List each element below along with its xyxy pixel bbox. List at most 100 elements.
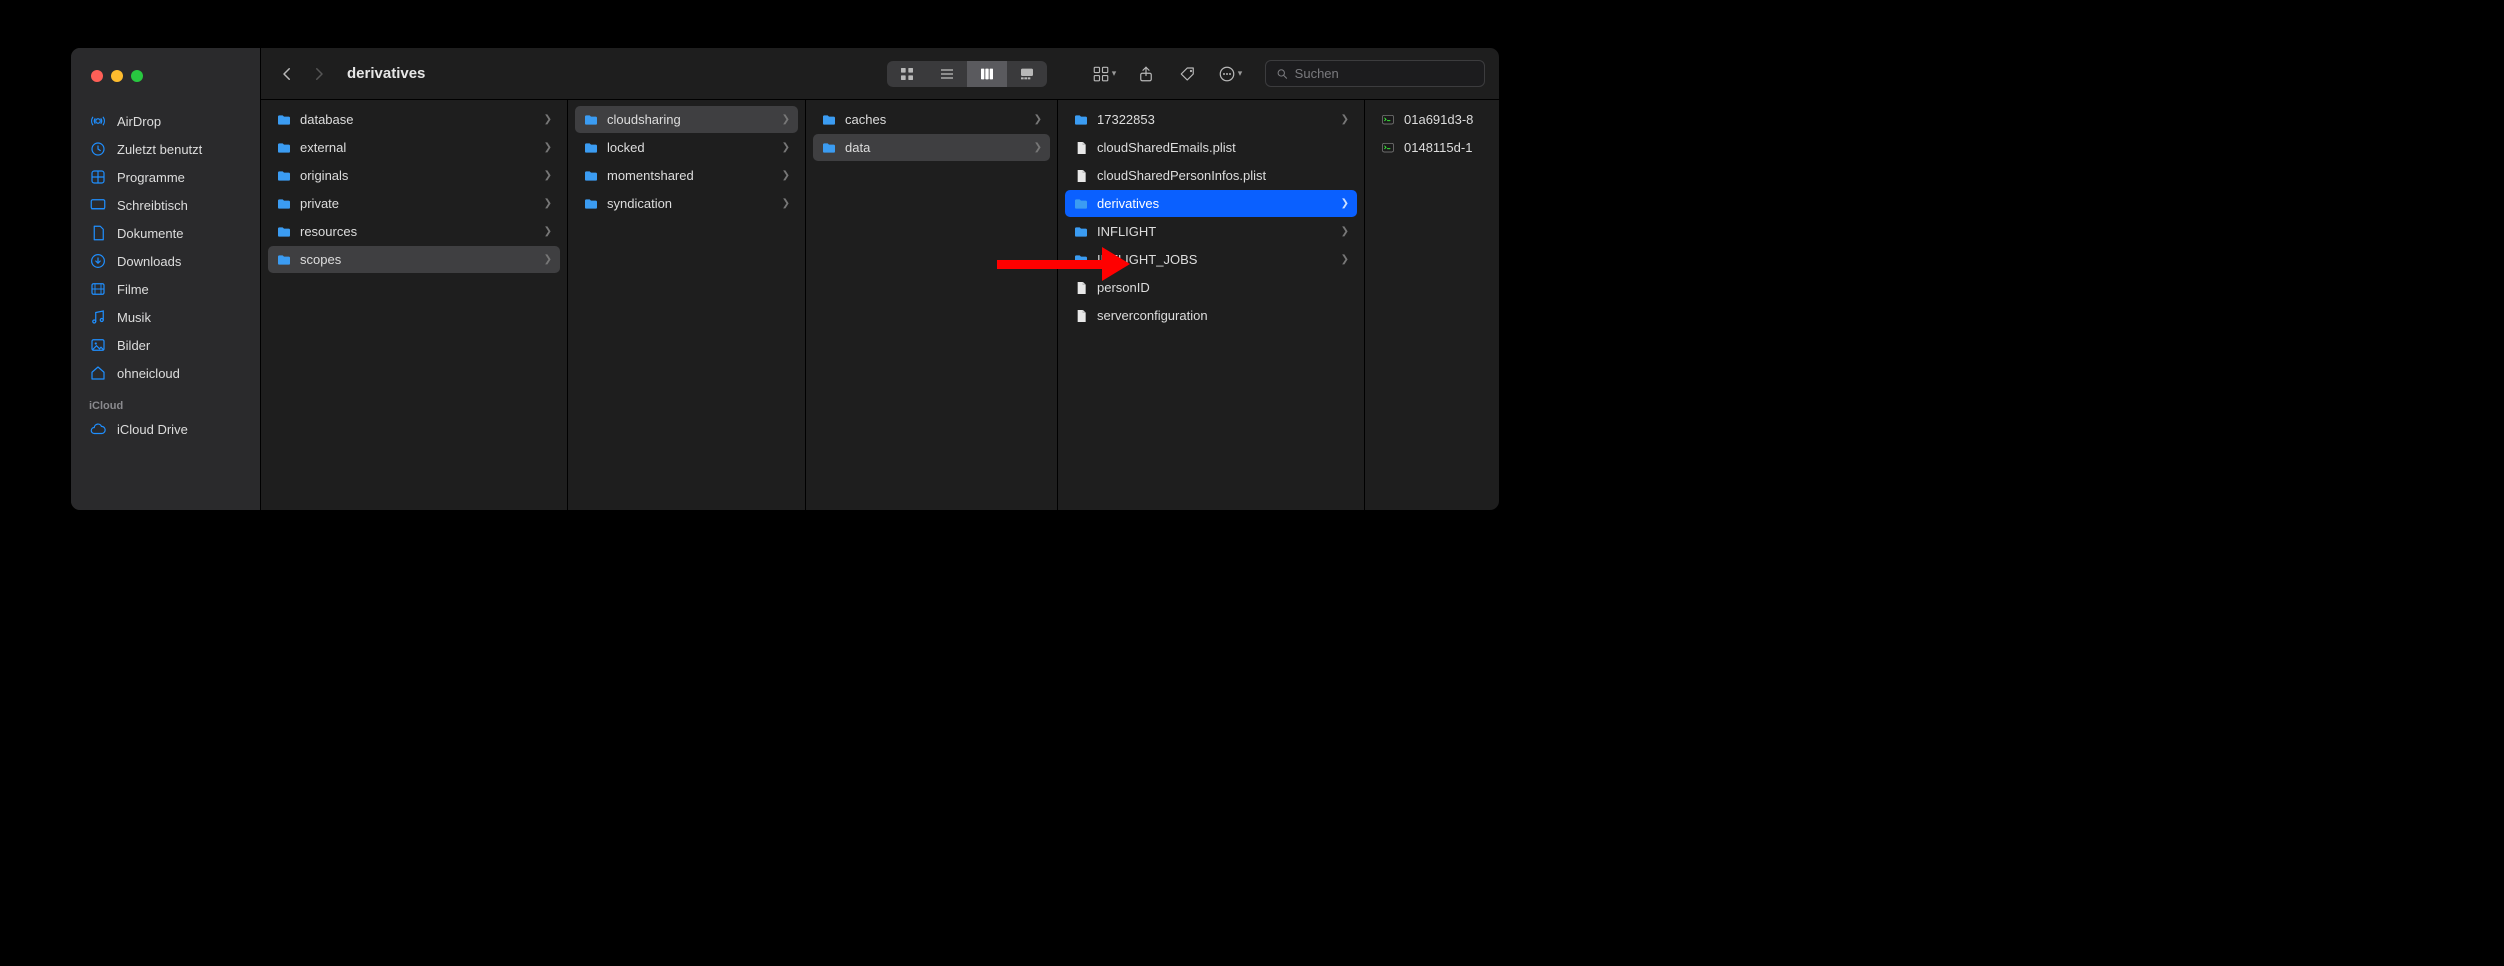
group-by-button[interactable]: ▾: [1087, 60, 1121, 88]
sidebar-item-musik[interactable]: Musik: [79, 304, 252, 330]
download-icon: [89, 252, 107, 270]
sidebar-item-schreibtisch[interactable]: Schreibtisch: [79, 192, 252, 218]
item-name: INFLIGHT: [1097, 224, 1333, 239]
file-icon: [1073, 168, 1089, 184]
item-name: cloudSharedEmails.plist: [1097, 140, 1349, 155]
folder-item[interactable]: locked❯: [575, 134, 798, 161]
sidebar-item-label: Bilder: [117, 338, 150, 353]
item-name: 01a691d3-8: [1404, 112, 1484, 127]
sidebar-item-ohneicloud[interactable]: ohneicloud: [79, 360, 252, 386]
column-2[interactable]: cloudsharing❯locked❯momentshared❯syndica…: [568, 100, 806, 510]
folder-item[interactable]: resources❯: [268, 218, 560, 245]
file-item[interactable]: 01a691d3-8: [1372, 106, 1492, 133]
view-icons-button[interactable]: [887, 61, 927, 87]
sidebar-item-filme[interactable]: Filme: [79, 276, 252, 302]
folder-item[interactable]: syndication❯: [575, 190, 798, 217]
sidebar-item-zuletzt-benutzt[interactable]: Zuletzt benutzt: [79, 136, 252, 162]
folder-icon: [821, 112, 837, 128]
finder-window: AirDropZuletzt benutztProgrammeSchreibti…: [70, 47, 1500, 511]
item-name: database: [300, 112, 536, 127]
folder-item[interactable]: derivatives❯: [1065, 190, 1357, 217]
doc-icon: [89, 224, 107, 242]
minimize-window-button[interactable]: [111, 70, 123, 82]
airdrop-icon: [89, 112, 107, 130]
column-4[interactable]: 17322853❯cloudSharedEmails.plistcloudSha…: [1058, 100, 1365, 510]
folder-icon: [276, 252, 292, 268]
item-name: cloudsharing: [607, 112, 774, 127]
image-icon: [89, 336, 107, 354]
file-icon: [1073, 308, 1089, 324]
tags-button[interactable]: [1171, 60, 1205, 88]
column-5[interactable]: 01a691d3-8 0148115d-1: [1365, 100, 1499, 510]
chevron-right-icon: ❯: [544, 170, 552, 181]
sidebar-item-programme[interactable]: Programme: [79, 164, 252, 190]
file-item[interactable]: cloudSharedEmails.plist: [1065, 134, 1357, 161]
item-name: INFLIGHT_JOBS: [1097, 252, 1333, 267]
folder-item[interactable]: data❯: [813, 134, 1050, 161]
window-controls: [71, 70, 260, 108]
chevron-right-icon: ❯: [544, 114, 552, 125]
folder-item[interactable]: external❯: [268, 134, 560, 161]
chevron-right-icon: ❯: [782, 114, 790, 125]
back-button[interactable]: [275, 60, 299, 88]
folder-icon: [821, 140, 837, 156]
view-columns-button[interactable]: [967, 61, 1007, 87]
sidebar-item-label: Musik: [117, 310, 151, 325]
folder-item[interactable]: INFLIGHT❯: [1065, 218, 1357, 245]
chevron-down-icon: ▾: [1112, 68, 1117, 79]
file-item[interactable]: 0148115d-1: [1372, 134, 1492, 161]
search-input[interactable]: [1295, 66, 1474, 81]
sidebar-item-downloads[interactable]: Downloads: [79, 248, 252, 274]
sidebar-item-label: ohneicloud: [117, 366, 180, 381]
exec-icon: [1380, 112, 1396, 128]
folder-item[interactable]: private❯: [268, 190, 560, 217]
item-name: external: [300, 140, 536, 155]
folder-icon: [583, 140, 599, 156]
sidebar-item-icloud-drive[interactable]: iCloud Drive: [79, 416, 252, 442]
folder-icon: [1073, 252, 1089, 268]
house-icon: [89, 364, 107, 382]
folder-icon: [1073, 224, 1089, 240]
folder-item[interactable]: INFLIGHT_JOBS ❯: [1065, 246, 1357, 273]
chevron-right-icon: ❯: [782, 198, 790, 209]
item-name: caches: [845, 112, 1026, 127]
folder-icon: [276, 196, 292, 212]
item-name: originals: [300, 168, 536, 183]
file-item[interactable]: cloudSharedPersonInfos.plist: [1065, 162, 1357, 189]
window-title: derivatives: [347, 65, 425, 82]
chevron-down-icon: ▾: [1238, 68, 1243, 79]
close-window-button[interactable]: [91, 70, 103, 82]
chevron-right-icon: ❯: [1341, 254, 1349, 265]
item-name: 17322853: [1097, 112, 1333, 127]
file-item[interactable]: serverconfiguration: [1065, 302, 1357, 329]
file-item[interactable]: personID: [1065, 274, 1357, 301]
folder-item[interactable]: originals ❯: [268, 162, 560, 189]
fullscreen-window-button[interactable]: [131, 70, 143, 82]
item-name: serverconfiguration: [1097, 308, 1349, 323]
sidebar-item-bilder[interactable]: Bilder: [79, 332, 252, 358]
column-1[interactable]: database ❯ external❯ originals ❯ private❯reso…: [261, 100, 568, 510]
folder-item[interactable]: 17322853❯: [1065, 106, 1357, 133]
actions-button[interactable]: ▾: [1213, 60, 1247, 88]
folder-icon: [1073, 112, 1089, 128]
folder-item[interactable]: momentshared❯: [575, 162, 798, 189]
folder-icon: [276, 168, 292, 184]
forward-button[interactable]: [307, 60, 331, 88]
item-name: momentshared: [607, 168, 774, 183]
view-list-button[interactable]: [927, 61, 967, 87]
sidebar-item-dokumente[interactable]: Dokumente: [79, 220, 252, 246]
chevron-right-icon: ❯: [1034, 142, 1042, 153]
search-field[interactable]: [1265, 60, 1485, 87]
column-3[interactable]: caches❯data❯: [806, 100, 1058, 510]
sidebar-item-label: iCloud Drive: [117, 422, 188, 437]
view-gallery-button[interactable]: [1007, 61, 1047, 87]
sidebar-item-airdrop[interactable]: AirDrop: [79, 108, 252, 134]
folder-item[interactable]: scopes❯: [268, 246, 560, 273]
folder-item[interactable]: caches❯: [813, 106, 1050, 133]
sidebar: AirDropZuletzt benutztProgrammeSchreibti…: [71, 48, 261, 510]
share-button[interactable]: [1129, 60, 1163, 88]
cloud-icon: [89, 420, 107, 438]
folder-icon: [1073, 196, 1089, 212]
folder-item[interactable]: cloudsharing ❯: [575, 106, 798, 133]
folder-item[interactable]: database ❯: [268, 106, 560, 133]
